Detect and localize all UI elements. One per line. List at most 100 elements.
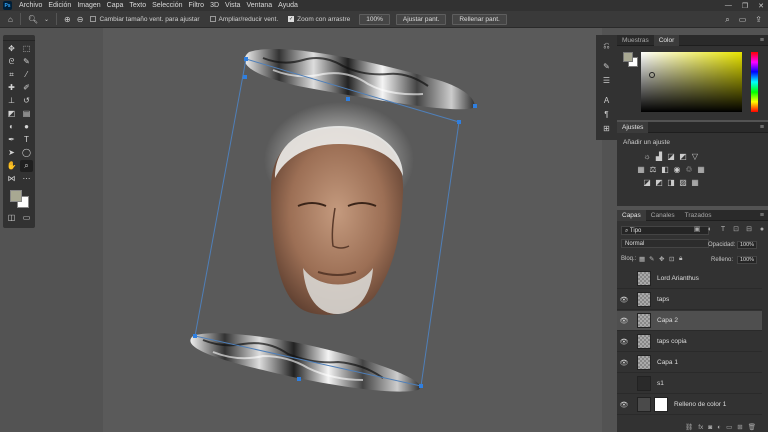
zoom-tool-icon[interactable]: ⌕	[20, 160, 33, 172]
menu-3d[interactable]: 3D	[207, 0, 222, 11]
scrubby-zoom-checkbox[interactable]: ✓	[288, 16, 295, 22]
black-white-icon[interactable]: ◧	[661, 166, 669, 174]
eyedropper-tool-icon[interactable]: ⁄	[20, 69, 33, 81]
healing-brush-tool-icon[interactable]: ✚	[5, 82, 18, 94]
link-layers-icon[interactable]: ⛓	[685, 423, 693, 431]
properties-panel-icon[interactable]: ☰	[601, 75, 612, 85]
lasso-tool-icon[interactable]: ᘓ	[5, 56, 18, 68]
blend-mode-select[interactable]: Normal	[621, 239, 709, 248]
brush-settings-icon[interactable]: ✎	[601, 61, 612, 71]
layer-row[interactable]: 👁︎ taps	[617, 290, 762, 310]
more-tools-icon[interactable]: ⋯	[20, 173, 33, 185]
new-group-icon[interactable]: ▭	[726, 423, 732, 431]
share-icon[interactable]: ⇪	[755, 15, 762, 24]
layer-style-icon[interactable]: fx	[698, 424, 703, 431]
layer-row[interactable]: Lord Arianthus	[617, 269, 762, 289]
hue-saturation-icon[interactable]: ▦	[637, 166, 645, 174]
chevron-down-icon[interactable]: ⌄	[44, 16, 49, 23]
path-selection-tool-icon[interactable]: ➤	[5, 147, 18, 159]
lock-artboard-icon[interactable]: ⊡	[669, 255, 674, 263]
delete-layer-icon[interactable]: 🗑︎	[748, 423, 756, 431]
visibility-icon[interactable]: 👁︎	[617, 317, 631, 325]
selective-color-icon[interactable]: ▦	[691, 179, 699, 187]
fit-screen-button[interactable]: Ajustar pant.	[395, 13, 447, 25]
menu-texto[interactable]: Texto	[126, 0, 149, 11]
tab-trazados[interactable]: Trazados	[680, 210, 717, 221]
marquee-tool-icon[interactable]: ⬚	[20, 43, 33, 55]
menu-ventana[interactable]: Ventana	[243, 0, 275, 11]
lock-position-icon[interactable]: ✥	[659, 255, 664, 263]
color-lookup-icon[interactable]: ▦	[697, 166, 705, 174]
clone-stamp-tool-icon[interactable]: ⊥	[5, 95, 18, 107]
curves-icon[interactable]: ◪	[667, 153, 675, 161]
tab-ajustes[interactable]: Ajustes	[617, 121, 649, 133]
close-icon[interactable]: ✕	[758, 2, 764, 10]
lock-all-icon[interactable]: 🔒︎	[679, 255, 682, 263]
fill-screen-button[interactable]: Rellenar pant.	[452, 13, 507, 25]
filter-toggle-icon[interactable]: ●	[758, 226, 766, 234]
tab-muestras[interactable]: Muestras	[617, 35, 654, 46]
add-mask-icon[interactable]: ◙	[708, 424, 712, 431]
layer-row[interactable]: 👁︎ Relleno de color 1	[617, 395, 762, 415]
paragraph-panel-icon[interactable]: ¶	[601, 109, 612, 119]
zoom-out-icon[interactable]: ⊖	[77, 15, 84, 24]
filter-pixel-icon[interactable]: ▣	[693, 226, 701, 234]
brightness-icon[interactable]: ☼	[643, 153, 651, 161]
glyphs-panel-icon[interactable]: ⊞	[601, 123, 612, 133]
color-picker-cursor[interactable]	[649, 72, 655, 78]
filter-shape-icon[interactable]: ⊡	[732, 226, 740, 234]
zoom-in-icon[interactable]: ⊕	[64, 15, 71, 24]
crop-tool-icon[interactable]: ⌗	[5, 69, 18, 81]
tools-panel-grip[interactable]	[3, 35, 35, 41]
minimize-icon[interactable]: —	[725, 2, 732, 9]
color-panel-foreground-swatch[interactable]	[623, 52, 633, 62]
menu-archivo[interactable]: Archivo	[16, 0, 45, 11]
posterize-icon[interactable]: ◩	[655, 179, 663, 187]
eraser-tool-icon[interactable]: ◩	[5, 108, 18, 120]
history-brush-tool-icon[interactable]: ↺	[20, 95, 33, 107]
visibility-icon[interactable]: 👁︎	[617, 359, 631, 367]
photo-filter-icon[interactable]: ◉	[673, 166, 681, 174]
channel-mixer-icon[interactable]: ♲	[685, 166, 693, 174]
color-balance-icon[interactable]: ⚖	[649, 166, 657, 174]
hand-tool-icon[interactable]: ✋	[5, 160, 18, 172]
invert-icon[interactable]: ◪	[643, 179, 651, 187]
vibrance-icon[interactable]: ▽	[691, 153, 699, 161]
filter-smart-object-icon[interactable]: ⊟	[745, 226, 753, 234]
new-adjustment-icon[interactable]: ◐	[717, 424, 721, 431]
layer-row[interactable]: 👁︎ Capa 1	[617, 353, 762, 373]
move-tool-icon[interactable]: ✥	[5, 43, 18, 55]
search-icon[interactable]: ⌕	[725, 15, 729, 25]
quick-selection-tool-icon[interactable]: ✎	[20, 56, 33, 68]
history-panel-icon[interactable]: ⎌	[601, 41, 612, 51]
edit-toolbar-icon[interactable]: ⋈	[5, 173, 18, 185]
zoom-tool-icon[interactable]: 🔍︎	[28, 15, 38, 24]
levels-icon[interactable]: ▟	[655, 153, 663, 161]
layer-row[interactable]: s1	[617, 374, 762, 394]
opacity-input[interactable]: 100%	[737, 241, 757, 249]
type-tool-icon[interactable]: T	[20, 134, 33, 146]
filter-type-icon[interactable]: T	[719, 226, 727, 234]
fill-input[interactable]: 100%	[737, 256, 757, 264]
panel-menu-icon[interactable]: ≡	[760, 122, 764, 133]
tab-canales[interactable]: Canales	[646, 210, 680, 221]
lock-transparent-icon[interactable]: ▦	[639, 255, 645, 263]
filter-adjustment-icon[interactable]: ◐	[706, 226, 714, 234]
menu-ayuda[interactable]: Ayuda	[275, 0, 301, 11]
panel-menu-icon[interactable]: ≡	[760, 35, 764, 46]
restore-icon[interactable]: ❐	[742, 2, 748, 10]
color-picker-field[interactable]	[641, 52, 742, 112]
visibility-icon[interactable]: 👁︎	[617, 296, 631, 304]
hue-slider[interactable]	[751, 52, 758, 112]
foreground-color-swatch[interactable]	[10, 190, 22, 202]
brush-tool-icon[interactable]: ✐	[20, 82, 33, 94]
home-icon[interactable]: ⌂	[8, 15, 13, 24]
dodge-tool-icon[interactable]: ●	[20, 121, 33, 133]
workspace-icon[interactable]: ▭	[739, 15, 747, 24]
menu-seleccion[interactable]: Selección	[149, 0, 185, 11]
gradient-tool-icon[interactable]: ▤	[20, 108, 33, 120]
layer-row[interactable]: 👁︎ taps copia	[617, 332, 762, 352]
menu-vista[interactable]: Vista	[222, 0, 243, 11]
gradient-map-icon[interactable]: ▨	[679, 179, 687, 187]
screen-mode-icon[interactable]: ▭	[20, 212, 33, 224]
